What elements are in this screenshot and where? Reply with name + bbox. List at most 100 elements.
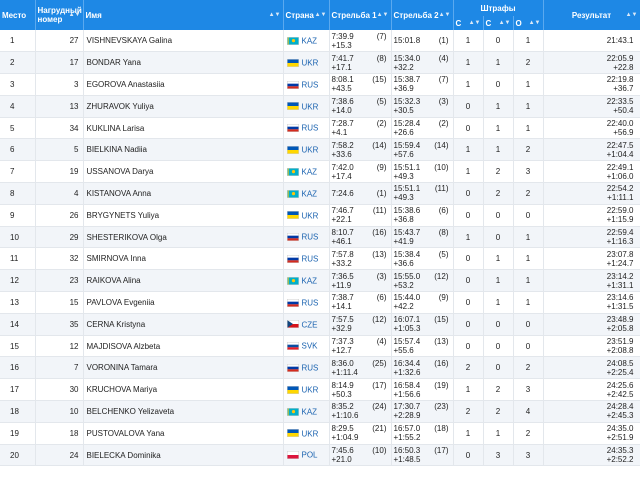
table-row[interactable]: 19 18 PUSTOVALOVA Yana UKR 8:29.5 +1:04.9… <box>0 422 640 445</box>
shoot2-cell: 15:38.6 +36.8 (6) <box>391 204 454 227</box>
bib-value: 3 <box>74 79 79 89</box>
penalty-c2-cell: 0 <box>483 30 514 53</box>
shoot2-cell: 15:28.4 +26.6 (2) <box>391 117 454 140</box>
result-diff: +2:52.2 <box>606 455 634 465</box>
shoot2-cell: 15:57.4 +55.6 (13) <box>391 335 454 358</box>
table-row[interactable]: 1 27 VISHNEVSKAYA Galina KAZ 7:39.9 +15.3… <box>0 30 640 53</box>
header-pen-c2-label: С <box>485 18 492 28</box>
table-row[interactable]: 13 15 PAVLOVA Evgeniia RUS 7:38.7 +14.1 (… <box>0 291 640 314</box>
bib-cell: 7 <box>35 356 84 380</box>
bib-value: 27 <box>69 36 79 46</box>
athlete-name-cell: VORONINA Tamara <box>83 356 284 380</box>
penalty-c1-cell: 1 <box>453 138 484 162</box>
result-cell: 23:48.9 +2:05.8 <box>543 313 640 336</box>
country-cell: RUS <box>283 73 330 96</box>
athlete-name-cell: USSANOVA Darya <box>83 160 284 184</box>
header-bib[interactable]: Нагрудный номер ▲▼ <box>35 0 84 30</box>
table-row[interactable]: 17 30 KRUCHOVA Mariya UKR 8:14.9 +50.3 (1… <box>0 378 640 402</box>
table-row[interactable]: 8 4 KISTANOVA Anna KAZ 7:24.6 (1) 15:51.… <box>0 182 640 205</box>
bib-cell: 4 <box>35 182 84 205</box>
bib-cell: 18 <box>35 422 84 445</box>
athlete-name: PUSTOVALOVA Yana <box>86 428 165 438</box>
country-cell: KAZ <box>283 269 330 293</box>
shoot2-diff: +1:05.3 <box>393 324 421 334</box>
shoot2-rank: (19) <box>434 380 449 390</box>
shoot2-rank: (7) <box>438 75 449 85</box>
table-row[interactable]: 14 35 CERNA Kristyna CZE 7:57.5 +32.9 (12… <box>0 313 640 336</box>
bib-cell: 13 <box>35 95 84 118</box>
header-country[interactable]: Страна ▲▼ <box>283 0 330 30</box>
athlete-name-cell: KRUCHOVA Mariya <box>83 378 284 402</box>
bib-value: 12 <box>69 341 79 351</box>
header-pen-o[interactable]: О ▲▼ <box>513 16 544 30</box>
header-result[interactable]: Результат ▲▼ <box>543 0 640 30</box>
flag-icon <box>286 124 299 133</box>
table-row[interactable]: 3 3 EGOROVA Anastasiia RUS 8:08.1 +43.5 (… <box>0 73 640 96</box>
penalty-c2: 2 <box>495 385 501 395</box>
penalty-c2-cell: 0 <box>483 356 514 380</box>
result-diff: +50.4 <box>613 106 634 116</box>
penalty-c2-cell: 1 <box>483 269 514 293</box>
table-row[interactable]: 15 12 MAJDISOVA Alzbeta SVK 7:37.3 +12.7 … <box>0 335 640 358</box>
table-row[interactable]: 5 34 KUKLINA Larisa RUS 7:28.7 +4.1 (2) 1… <box>0 117 640 140</box>
bib-value: 35 <box>69 319 79 329</box>
shoot1-cell: 7:57.8 +33.2 (13) <box>329 247 392 271</box>
header-shoot2[interactable]: Стрельба 2 ▲▼ <box>391 0 454 30</box>
shoot1-cell: 7:41.7 +17.1 (8) <box>329 51 392 75</box>
shoot2-rank: (6) <box>438 206 449 216</box>
result-diff: +1:04.4 <box>606 149 634 159</box>
result-time: 22:19.8 <box>606 75 634 85</box>
shoot1-time: 7:57.8 <box>331 249 354 259</box>
place-value: 4 <box>10 101 15 111</box>
table-row[interactable]: 20 24 BIELECKA Dominika POL 7:45.6 +21.0 … <box>0 444 640 467</box>
place-cell: 18 <box>0 400 36 423</box>
header-shoot1[interactable]: Стрельба 1 ▲▼ <box>329 0 392 30</box>
penalty-c1-cell: 0 <box>453 204 484 227</box>
bib-cell: 26 <box>35 204 84 227</box>
shoot2-diff: +1:48.5 <box>393 455 421 465</box>
table-row[interactable]: 6 5 BIELKINA Nadiia UKR 7:58.2 +33.6 (14)… <box>0 138 640 162</box>
shoot2-cell: 16:50.3 +1:48.5 (17) <box>391 444 454 467</box>
place-cell: 7 <box>0 160 36 184</box>
flag-icon <box>286 407 299 416</box>
result-cell: 22:05.9 +22.8 <box>543 51 640 75</box>
shoot1-rank: (4) <box>376 337 387 347</box>
penalty-total: 3 <box>525 385 531 395</box>
table-row[interactable]: 9 26 BRYGYNETS Yuliya UKR 7:46.7 +22.1 (1… <box>0 204 640 227</box>
shoot2-time: 15:01.8 <box>393 36 421 46</box>
header-pen-c2[interactable]: С ▲▼ <box>483 16 514 30</box>
table-row[interactable]: 11 32 SMIRNOVA Inna RUS 7:57.8 +33.2 (13)… <box>0 247 640 271</box>
athlete-name-cell: BELCHENKO Yelizaveta <box>83 400 284 423</box>
athlete-name: KISTANOVA Anna <box>86 188 152 198</box>
result-diff: +1:31.1 <box>606 280 634 290</box>
shoot2-diff: +1:32.6 <box>393 367 421 377</box>
table-row[interactable]: 4 13 ZHURAVOK Yuliya UKR 7:38.6 +14.0 (5)… <box>0 95 640 118</box>
shoot1-time: 7:39.9 <box>331 31 354 41</box>
result-cell: 22:19.8 +36.7 <box>543 73 640 96</box>
country-cell: RUS <box>283 247 330 271</box>
shoot1-diff: +14.0 <box>331 106 352 116</box>
header-place[interactable]: Место <box>0 0 36 30</box>
header-pen-c1[interactable]: С ▲▼ <box>453 16 484 30</box>
shoot1-diff: +1:04.9 <box>331 433 359 443</box>
table-row[interactable]: 12 23 RAIKOVA Alina KAZ 7:36.5 +11.9 (3) … <box>0 269 640 293</box>
shoot1-time: 7:58.2 <box>331 140 354 150</box>
shoot2-rank: (13) <box>434 337 449 347</box>
table-row[interactable]: 10 29 SHESTERIKOVA Olga RUS 8:10.7 +46.1 … <box>0 226 640 249</box>
result-time: 22:33.5 <box>606 97 634 107</box>
shoot1-time: 7:45.6 <box>331 446 354 456</box>
shoot1-rank: (17) <box>372 380 387 390</box>
penalty-c1-cell: 1 <box>453 73 484 96</box>
country-code: KAZ <box>301 407 318 417</box>
header-name[interactable]: Имя ▲▼ <box>83 0 284 30</box>
country-code: UKR <box>301 145 319 155</box>
place-cell: 8 <box>0 182 36 205</box>
table-row[interactable]: 16 7 VORONINA Tamara RUS 8:36.0 +1:11.4 (… <box>0 356 640 380</box>
header-penalties-label: Штрафы <box>480 3 516 13</box>
penalty-c2: 1 <box>495 297 501 307</box>
penalty-total: 2 <box>525 428 531 438</box>
table-row[interactable]: 7 19 USSANOVA Darya KAZ 7:42.0 +17.4 (9) … <box>0 160 640 184</box>
table-row[interactable]: 18 10 BELCHENKO Yelizaveta KAZ 8:35.2 +1:… <box>0 400 640 423</box>
shoot1-rank: (2) <box>376 119 387 129</box>
table-row[interactable]: 2 17 BONDAR Yana UKR 7:41.7 +17.1 (8) 15:… <box>0 51 640 75</box>
